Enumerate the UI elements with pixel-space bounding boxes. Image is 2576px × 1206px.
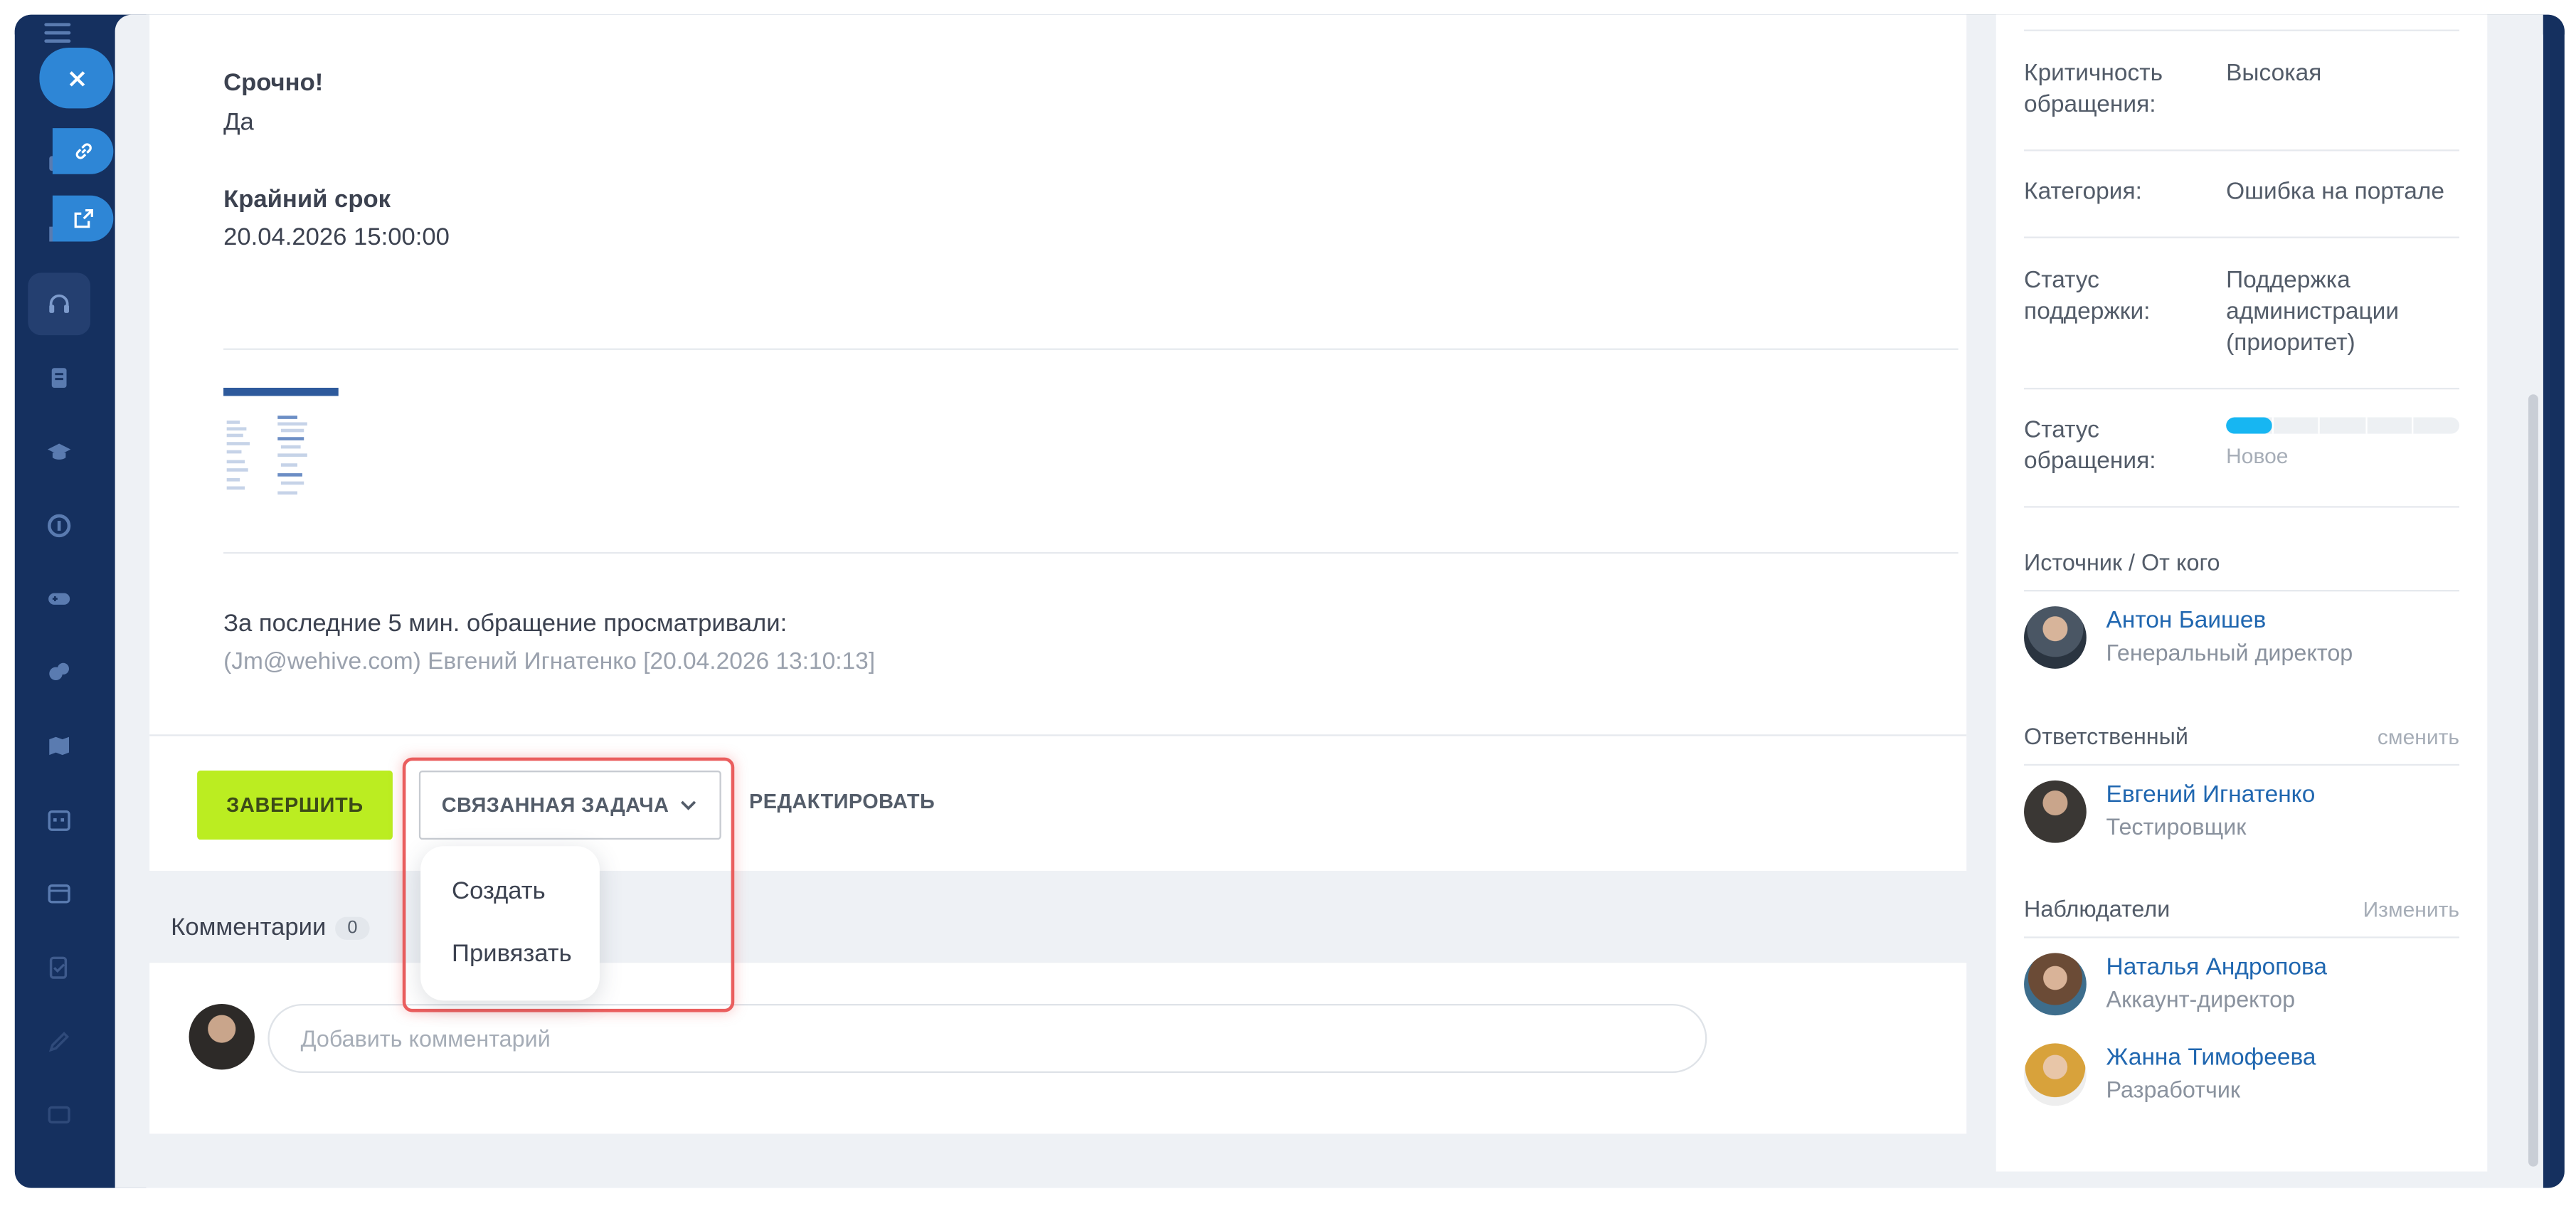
divider <box>2024 763 2460 766</box>
comments-count-badge: 0 <box>336 916 369 939</box>
attachment-thumbnail[interactable] <box>223 387 339 500</box>
calendar-icon[interactable] <box>39 800 78 840</box>
person-name[interactable]: Антон Баишев <box>2106 608 2267 634</box>
comments-title: Комментарии <box>171 913 327 942</box>
pen-icon[interactable] <box>39 1022 78 1061</box>
urgent-title: Срочно! <box>223 68 324 97</box>
external-link-icon <box>73 208 92 228</box>
change-responsible-link[interactable]: сменить <box>2378 724 2459 749</box>
checklist-icon[interactable] <box>39 948 78 987</box>
request-status-value: Новое <box>2226 443 2289 469</box>
category-value: Ошибка на портале <box>2226 179 2445 206</box>
close-icon <box>68 70 85 86</box>
gamepad-icon[interactable] <box>39 578 78 618</box>
divider <box>2024 29 2460 31</box>
avatar <box>189 1003 255 1070</box>
recent-views-list: (Jm@wehive.com) Евгений Игнатенко [20.04… <box>223 649 876 676</box>
window-icon[interactable] <box>39 874 78 914</box>
copy-link-button[interactable] <box>52 128 114 174</box>
criticality-label: Критичность обращения: <box>2024 60 2163 119</box>
source-person[interactable]: Антон Баишев Генеральный директор <box>2024 606 2468 672</box>
person-role: Аккаунт-директор <box>2106 985 2296 1012</box>
comments-header: Комментарии 0 <box>171 914 369 941</box>
observer-person[interactable]: Наталья Андропова Аккаунт-директор <box>2024 953 2468 1018</box>
support-status-value: Поддержка администрации (приоритет) <box>2226 268 2400 357</box>
scrollbar[interactable] <box>2528 394 2538 1167</box>
window-frame-right <box>2543 14 2565 1188</box>
deadline-value: 20.04.2026 15:00:00 <box>223 223 450 252</box>
recent-views-title: За последние 5 мин. обращение просматрив… <box>223 609 788 638</box>
responsible-title: Ответственный <box>2024 723 2188 750</box>
divider <box>2024 590 2460 592</box>
open-new-window-button[interactable] <box>52 195 114 242</box>
chat-bubbles-icon[interactable] <box>39 652 78 692</box>
menu-icon[interactable] <box>44 23 71 43</box>
request-status-label: Статус обращения: <box>2024 417 2156 475</box>
divider <box>2024 387 2460 390</box>
document-icon[interactable] <box>39 358 78 397</box>
person-role: Генеральный директор <box>2106 639 2353 666</box>
change-observers-link[interactable]: Изменить <box>2363 897 2459 922</box>
criticality-value: Высокая <box>2226 60 2322 88</box>
headset-icon[interactable] <box>28 273 91 336</box>
divider <box>223 551 1958 554</box>
avatar <box>2024 953 2087 1016</box>
divider <box>223 348 1958 350</box>
edit-button[interactable]: РЕДАКТИРОВАТЬ <box>749 790 935 813</box>
person-role: Разработчик <box>2106 1076 2241 1103</box>
divider <box>2024 149 2460 152</box>
avatar <box>2024 1043 2087 1106</box>
deadline-title: Крайний срок <box>223 185 391 214</box>
map-icon[interactable] <box>39 726 78 766</box>
observer-person[interactable]: Жанна Тимофеева Разработчик <box>2024 1043 2468 1109</box>
divider <box>2024 936 2460 938</box>
person-role: Тестировщик <box>2106 813 2247 840</box>
divider <box>2024 236 2460 238</box>
divider <box>2024 506 2460 508</box>
request-status-progress <box>2226 417 2460 434</box>
category-label: Категория: <box>2024 179 2142 206</box>
person-name[interactable]: Жанна Тимофеева <box>2106 1045 2316 1072</box>
progress-fill <box>2226 417 2273 434</box>
person-name[interactable]: Наталья Андропова <box>2106 955 2327 981</box>
responsible-person[interactable]: Евгений Игнатенко Тестировщик <box>2024 780 2468 846</box>
finish-button[interactable]: ЗАВЕРШИТЬ <box>197 771 393 840</box>
avatar <box>2024 780 2087 843</box>
linked-task-dropdown: Создать Привязать <box>420 846 600 1001</box>
urgent-value: Да <box>223 108 254 137</box>
link-icon <box>75 143 91 159</box>
message-icon[interactable] <box>39 1096 78 1135</box>
dropdown-item-link[interactable]: Привязать <box>452 940 572 968</box>
observers-title: Наблюдатели <box>2024 895 2170 922</box>
support-status-label: Статус поддержки: <box>2024 268 2151 326</box>
person-name[interactable]: Евгений Игнатенко <box>2106 782 2316 808</box>
screen: Срочно! Да Крайний срок 20.04.2026 15:00… <box>0 0 2576 1206</box>
close-button[interactable] <box>39 47 114 109</box>
dropdown-item-create[interactable]: Создать <box>452 877 546 905</box>
avatar <box>2024 606 2087 669</box>
ticket-details-panel: Критичность обращения: Высокая Категория… <box>1995 14 2488 1172</box>
support-ring-icon[interactable] <box>39 506 78 545</box>
ticket-card: Срочно! Да Крайний срок 20.04.2026 15:00… <box>149 14 1967 871</box>
graduation-cap-icon[interactable] <box>39 432 78 471</box>
comment-input[interactable]: Добавить комментарий <box>267 1003 1707 1073</box>
source-title: Источник / От кого <box>2024 549 2220 576</box>
